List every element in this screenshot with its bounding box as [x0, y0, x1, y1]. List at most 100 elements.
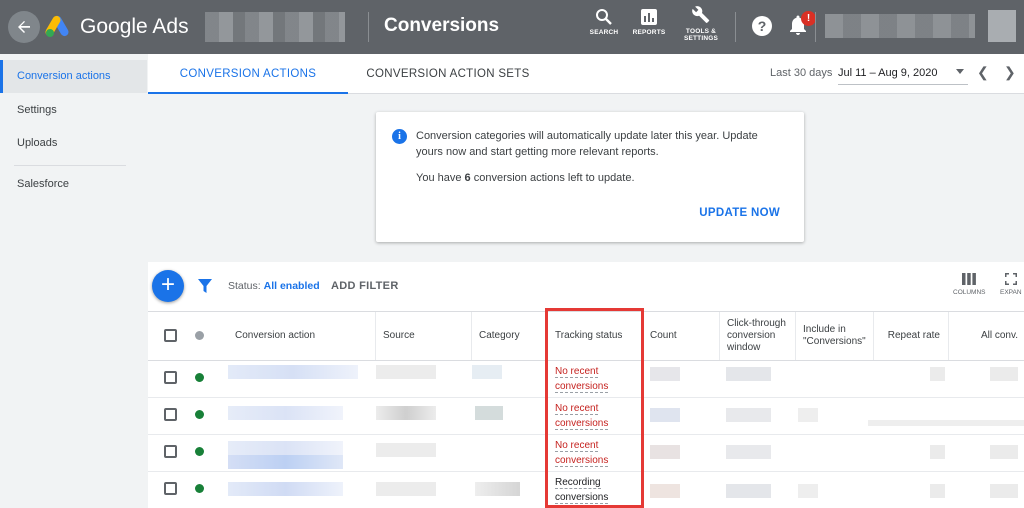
user-account-redacted[interactable] [825, 14, 975, 38]
conversion-action-name-redacted[interactable] [228, 406, 343, 420]
expand-button[interactable]: EXPAN [1000, 273, 1022, 296]
sidebar-item-salesforce[interactable]: Salesforce [0, 168, 147, 201]
header-include-in-conversions[interactable]: Include in "Conversions" [796, 312, 874, 360]
tab-conversion-actions[interactable]: CONVERSION ACTIONS [148, 54, 348, 94]
notice-count-prefix: You have [416, 172, 465, 184]
row-checkbox[interactable] [164, 371, 177, 384]
header-category[interactable]: Category [472, 312, 548, 360]
header-conversion-action[interactable]: Conversion action [228, 312, 376, 360]
notice-count-message: You have 6 conversion actions left to up… [416, 172, 635, 184]
add-filter-button[interactable]: ADD FILTER [331, 280, 399, 292]
notice-count-suffix: conversion actions left to update. [470, 172, 635, 184]
window-redacted [726, 445, 771, 459]
arrow-left-icon [18, 21, 30, 33]
columns-label: COLUMNS [953, 289, 986, 296]
divider [368, 12, 369, 42]
enabled-status-icon [195, 410, 204, 419]
page-title: Conversions [384, 15, 500, 36]
row-redacted-strip [868, 420, 1024, 426]
divider [735, 12, 736, 42]
enabled-status-icon [195, 484, 204, 493]
sidebar: Conversion actions Settings Uploads Sale… [0, 54, 147, 208]
source-redacted [376, 443, 436, 457]
category-redacted [472, 365, 502, 379]
row-checkbox[interactable] [164, 408, 177, 421]
conversion-action-name-redacted[interactable] [228, 455, 343, 469]
include-redacted [798, 408, 818, 422]
header-count[interactable]: Count [643, 312, 720, 360]
sidebar-item-settings[interactable]: Settings [0, 94, 147, 127]
columns-button[interactable]: COLUMNS [953, 273, 986, 296]
header-repeat-rate[interactable]: Repeat rate [874, 312, 949, 360]
source-redacted [376, 365, 436, 379]
date-range-underline [838, 84, 968, 85]
conversion-action-name-redacted[interactable] [228, 441, 343, 455]
repeat-rate-redacted [930, 484, 945, 498]
tools-settings-button[interactable]: TOOLS & SETTINGS [676, 5, 726, 42]
reports-icon [641, 9, 657, 25]
divider [815, 12, 816, 42]
repeat-rate-redacted [930, 367, 945, 381]
chevron-right-icon[interactable]: ❯ [1004, 64, 1016, 81]
row-checkbox[interactable] [164, 445, 177, 458]
tab-conversion-action-sets[interactable]: CONVERSION ACTION SETS [348, 54, 548, 94]
tracking-status-highlight-box [545, 308, 644, 508]
window-redacted [726, 484, 771, 498]
repeat-rate-redacted [930, 445, 945, 459]
reports-button[interactable]: REPORTS [624, 8, 674, 36]
category-redacted [475, 482, 520, 496]
notification-badge: ! [801, 11, 816, 26]
category-update-notice: i Conversion categories will automatical… [376, 112, 804, 242]
back-button[interactable] [8, 11, 40, 43]
source-redacted [376, 406, 436, 420]
sidebar-item-uploads[interactable]: Uploads [0, 127, 147, 160]
header-all-conv[interactable]: All conv. [949, 312, 1024, 360]
info-icon: i [392, 129, 407, 144]
enabled-status-icon [195, 447, 204, 456]
all-conv-redacted [990, 367, 1018, 381]
top-app-bar: Google Ads Conversions SEARCH REPORTS TO… [0, 0, 1024, 54]
status-filter-value: All enabled [263, 280, 320, 292]
window-redacted [726, 367, 771, 381]
search-icon [596, 9, 612, 25]
account-name-redacted[interactable] [205, 12, 345, 42]
include-redacted [798, 484, 818, 498]
conversion-action-name-redacted[interactable] [228, 365, 358, 379]
source-redacted [376, 482, 436, 496]
status-filter-label: Status: [228, 280, 264, 292]
row-checkbox[interactable] [164, 482, 177, 495]
add-conversion-button[interactable]: + [152, 270, 184, 302]
sidebar-item-conversion-actions[interactable]: Conversion actions [0, 60, 147, 93]
expand-icon [1004, 273, 1017, 285]
select-all-checkbox[interactable] [164, 329, 177, 342]
update-now-button[interactable]: UPDATE NOW [699, 207, 780, 219]
search-label: SEARCH [589, 29, 619, 36]
status-filter[interactable]: Status: All enabled [228, 280, 320, 292]
tools-label-line1: TOOLS & [685, 28, 717, 35]
conversion-action-name-redacted[interactable] [228, 482, 343, 496]
status-header-icon [195, 331, 204, 340]
wrench-icon [692, 6, 710, 24]
enabled-status-icon [195, 373, 204, 382]
all-conv-redacted [990, 445, 1018, 459]
help-icon[interactable]: ? [752, 16, 772, 36]
tools-label-line2: SETTINGS [683, 35, 719, 42]
count-redacted [650, 445, 680, 459]
date-range-select[interactable]: Jul 11 – Aug 9, 2020 [838, 67, 938, 79]
google-ads-logo-icon[interactable] [44, 14, 72, 38]
dropdown-caret-icon[interactable] [956, 69, 964, 74]
avatar[interactable] [988, 10, 1016, 42]
columns-icon [962, 273, 977, 285]
header-click-through-window[interactable]: Click-through conversion window [720, 312, 796, 360]
all-conv-redacted [990, 484, 1018, 498]
header-source[interactable]: Source [376, 312, 472, 360]
count-redacted [650, 367, 680, 381]
notice-message: Conversion categories will automatically… [416, 130, 758, 158]
expand-label: EXPAN [1000, 289, 1022, 296]
chevron-left-icon[interactable]: ❮ [977, 64, 989, 81]
count-redacted [650, 484, 680, 498]
category-redacted [475, 406, 503, 420]
filter-icon[interactable] [198, 279, 212, 293]
count-redacted [650, 408, 680, 422]
search-button[interactable]: SEARCH [579, 8, 629, 36]
